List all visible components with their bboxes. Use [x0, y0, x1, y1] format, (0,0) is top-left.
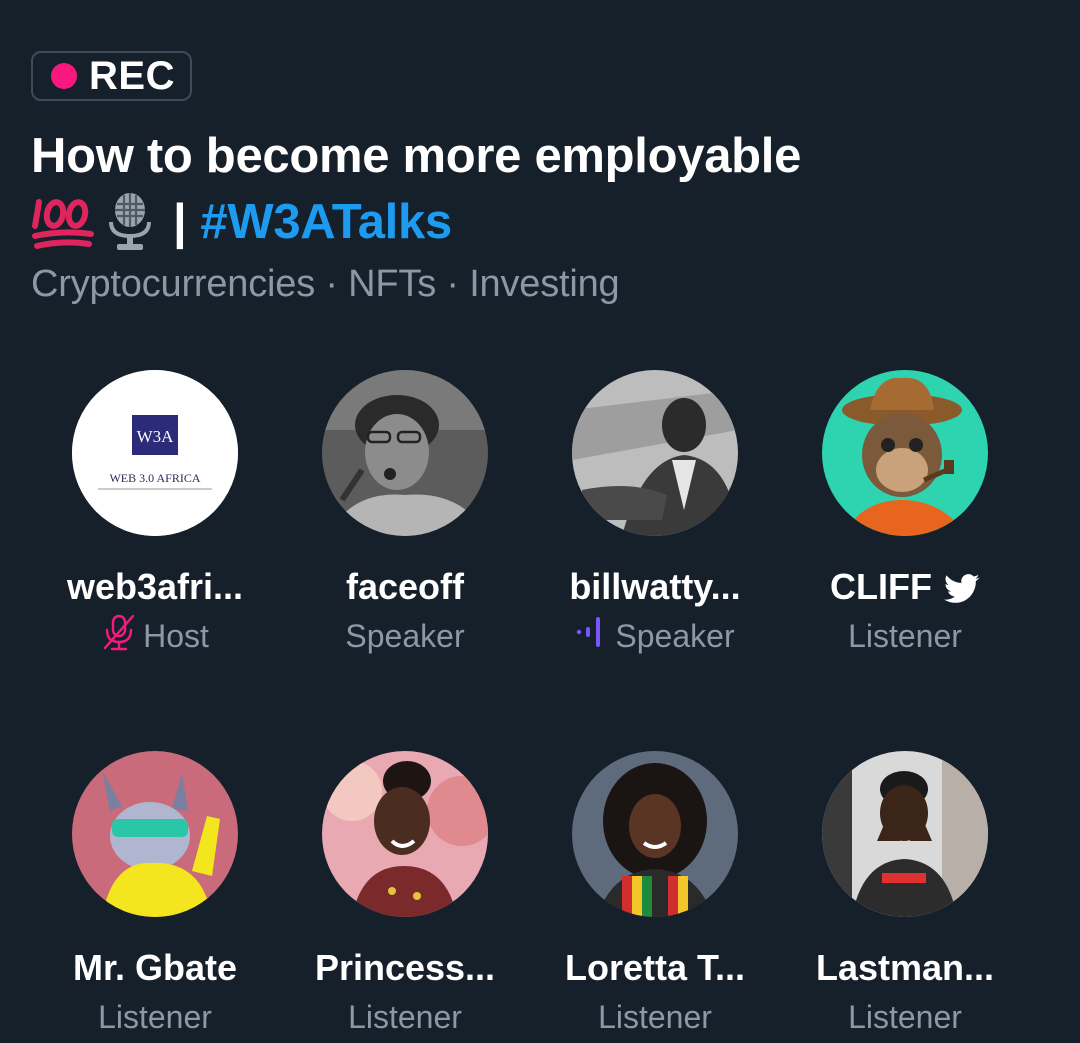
- title-line2: | #W3ATalks: [31, 189, 1051, 255]
- participant-card[interactable]: W3A WEB 3.0 AFRICA web3afri... Host: [30, 370, 280, 656]
- speaking-icon: [575, 615, 609, 657]
- title-line1: How to become more employable: [31, 129, 802, 183]
- avatar[interactable]: [322, 751, 488, 917]
- participant-name: CLIFF: [780, 566, 1030, 608]
- participant-name: web3afri...: [66, 566, 244, 607]
- participant-name: Mr. Gbate: [72, 947, 238, 988]
- role-label: Listener: [348, 998, 462, 1035]
- participant-role: Speaker: [280, 616, 530, 656]
- participant-card[interactable]: CLIFF Listener: [780, 370, 1030, 656]
- avatar[interactable]: [572, 370, 738, 536]
- participant-role: Listener: [30, 997, 280, 1037]
- role-label: Listener: [848, 998, 962, 1035]
- title-separator: |: [173, 195, 187, 249]
- participant-name: Princess...: [314, 947, 496, 988]
- studio-microphone-icon: [105, 192, 155, 252]
- participant-role: Listener: [280, 997, 530, 1037]
- participant-name-text: CLIFF: [830, 566, 932, 607]
- avatar-logo-text: W3A: [137, 427, 175, 446]
- participant-card[interactable]: billwatty... Speaker: [530, 370, 780, 656]
- avatar[interactable]: [822, 751, 988, 917]
- avatar[interactable]: W3A WEB 3.0 AFRICA: [72, 370, 238, 536]
- avatar[interactable]: [322, 370, 488, 536]
- participant-role: Listener: [530, 997, 780, 1037]
- participant-card[interactable]: faceoff Speaker: [280, 370, 530, 656]
- role-label: Speaker: [345, 617, 465, 654]
- participant-card[interactable]: Loretta T... Listener: [530, 751, 780, 1037]
- avatar[interactable]: [72, 751, 238, 917]
- twitter-bird-icon: [943, 571, 980, 603]
- participant-role: Listener: [780, 616, 1030, 656]
- role-label: Listener: [848, 617, 962, 654]
- role-label: Host: [143, 617, 209, 654]
- participant-name: faceoff: [345, 566, 465, 607]
- participant-role: Listener: [780, 997, 1030, 1037]
- rec-badge: REC: [31, 51, 192, 101]
- rec-label: REC: [89, 53, 175, 98]
- hashtag-link[interactable]: #W3ATalks: [200, 189, 452, 255]
- participant-name: Loretta T...: [564, 947, 746, 988]
- hundred-points-icon: [31, 192, 95, 252]
- mic-off-icon: [101, 612, 137, 660]
- role-label: Listener: [598, 998, 712, 1035]
- role-label: Listener: [98, 998, 212, 1035]
- participant-name: billwatty...: [569, 566, 741, 607]
- avatar[interactable]: [572, 751, 738, 917]
- space-title: How to become more employable | #W3ATalk…: [31, 123, 1051, 255]
- topics-line: Cryptocurrencies · NFTs · Investing: [31, 263, 620, 305]
- recording-dot-icon: [51, 63, 77, 89]
- participant-role: Speaker: [530, 616, 780, 656]
- participant-card[interactable]: Lastman... Listener: [780, 751, 1030, 1037]
- participant-name: Lastman...: [815, 947, 995, 988]
- participant-card[interactable]: Princess... Listener: [280, 751, 530, 1037]
- avatar-caption: WEB 3.0 AFRICA: [109, 471, 200, 485]
- role-label: Speaker: [615, 617, 735, 654]
- participant-role: Host: [30, 614, 280, 656]
- avatar[interactable]: [822, 370, 988, 536]
- participant-card[interactable]: Mr. Gbate Listener: [30, 751, 280, 1037]
